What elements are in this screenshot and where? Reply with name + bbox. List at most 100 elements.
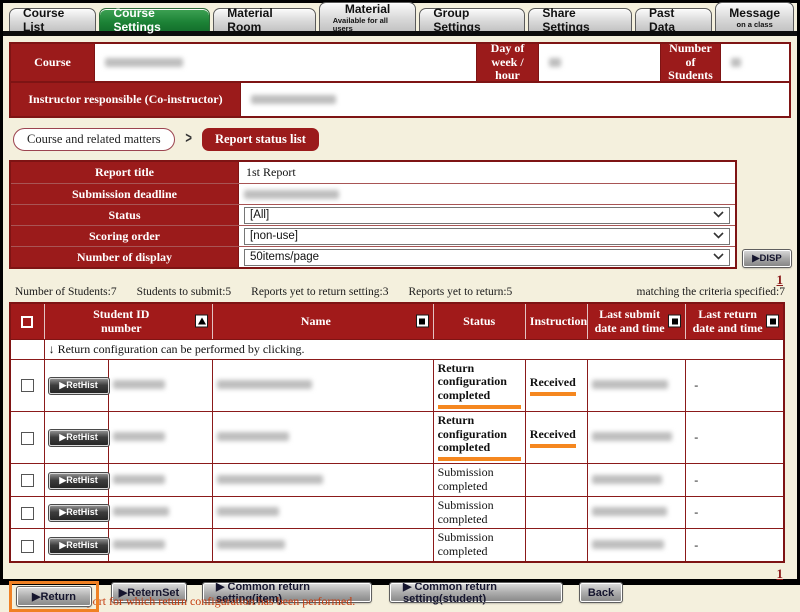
filter-select[interactable]: 50items/page: [244, 249, 730, 266]
select-all-header-cell: [10, 303, 44, 339]
tab-sublabel: on a class: [737, 21, 773, 29]
name-cell: [213, 496, 434, 529]
highlight-underline: [530, 444, 576, 448]
row-checkbox[interactable]: [21, 474, 34, 487]
last-return-cell: -: [686, 411, 784, 463]
tab[interactable]: Group Settings: [419, 8, 525, 31]
student-id-redacted: [113, 432, 165, 441]
sort-icon[interactable]: [766, 315, 779, 328]
student-id-cell: [108, 496, 212, 529]
filter-label: Status: [11, 205, 239, 225]
rethist-button[interactable]: ▶RetHist: [49, 378, 109, 394]
student-id-redacted: [113, 475, 165, 484]
status-cell[interactable]: Submission completed: [433, 464, 525, 497]
last-return-value: -: [690, 538, 698, 552]
breadcrumb-separator-icon: >: [185, 130, 192, 148]
tab[interactable]: Material Available for all users: [319, 2, 417, 31]
day-of-week-cell: [539, 44, 661, 81]
select-all-checkbox[interactable]: [21, 316, 33, 328]
status-cell[interactable]: Return configuration completed: [433, 359, 525, 411]
tab[interactable]: Share Settings: [528, 8, 632, 31]
tab[interactable]: Past Data: [635, 8, 712, 31]
student-id-header[interactable]: Student ID number: [44, 303, 212, 339]
name-header[interactable]: Name: [213, 303, 434, 339]
row-checkbox[interactable]: [21, 432, 34, 445]
filter-select[interactable]: [non-use]: [244, 228, 730, 245]
last-submit-redacted: [592, 432, 672, 441]
tab-label: Past Data: [649, 6, 698, 34]
last-return-cell: -: [686, 359, 784, 411]
name-cell: [213, 529, 434, 562]
filter-label: Report title: [11, 162, 239, 183]
breadcrumb-parent-link[interactable]: Course and related matters: [13, 128, 175, 151]
row-checkbox[interactable]: [21, 507, 34, 520]
table-row: ▶RetHist Return configuration completed …: [10, 359, 784, 411]
filter-section: Report title 1st Report Submission deadl…: [9, 160, 791, 269]
page-1-link-top[interactable]: 1: [777, 272, 784, 287]
status-text: Submission completed: [438, 465, 494, 493]
return-button[interactable]: ▶Return: [17, 587, 91, 606]
last-submit-cell: [587, 496, 685, 529]
student-name-redacted: [217, 507, 279, 516]
table-row: ▶RetHist Submission completed -: [10, 464, 784, 497]
filter-select[interactable]: [All]: [244, 207, 730, 224]
tab[interactable]: Material Room: [213, 8, 315, 31]
student-id-redacted: [113, 507, 169, 516]
checkbox-cell: [10, 464, 44, 497]
row-checkbox[interactable]: [21, 540, 34, 553]
last-submit-redacted: [592, 507, 667, 516]
last-submit-header[interactable]: Last submit date and time: [587, 303, 685, 339]
sort-ascending-icon[interactable]: [195, 315, 208, 328]
student-name-redacted: [217, 475, 323, 484]
checkbox-cell: [10, 411, 44, 463]
instruction-cell: Received: [525, 359, 587, 411]
summary-item: Reports yet to return:5: [409, 286, 513, 298]
tab-label: Share Settings: [542, 6, 618, 34]
status-cell[interactable]: Return configuration completed: [433, 411, 525, 463]
rethist-button[interactable]: ▶RetHist: [49, 505, 109, 521]
rethist-cell: ▶RetHist: [44, 359, 108, 411]
filter-label: Submission deadline: [11, 184, 239, 204]
last-submit-cell: [587, 464, 685, 497]
last-return-value: -: [690, 430, 698, 444]
last-submit-cell: [587, 411, 685, 463]
tab[interactable]: Course Settings: [99, 8, 210, 31]
last-return-header[interactable]: Last return date and time: [686, 303, 784, 339]
course-name-cell: [95, 44, 477, 81]
filter-row: Submission deadline: [11, 183, 735, 204]
number-of-students-label: Number of Students: [661, 44, 721, 81]
last-submit-header-label: Last submit date and time: [595, 307, 665, 335]
sort-icon[interactable]: [416, 315, 429, 328]
disp-button[interactable]: ▶DISP: [743, 250, 791, 267]
checkbox-cell: [10, 359, 44, 411]
page-1-link-bottom[interactable]: 1: [777, 566, 784, 581]
rethist-button[interactable]: ▶RetHist: [49, 430, 109, 446]
instruction-cell: [525, 529, 587, 562]
status-cell[interactable]: Submission completed: [433, 529, 525, 562]
filter-table: Report title 1st Report Submission deadl…: [9, 160, 737, 269]
dropdown-chevron-icon: [713, 209, 724, 221]
status-cell[interactable]: Submission completed: [433, 496, 525, 529]
course-name-redacted: [105, 58, 183, 67]
number-of-students-redacted: [731, 58, 741, 67]
rethist-button[interactable]: ▶RetHist: [49, 473, 109, 489]
name-header-label: Name: [301, 314, 331, 328]
tab[interactable]: Course List: [9, 8, 96, 31]
tab[interactable]: Message on a class: [715, 2, 794, 31]
row-checkbox[interactable]: [21, 379, 34, 392]
student-id-cell: [108, 529, 212, 562]
last-submit-redacted: [592, 475, 662, 484]
sort-icon[interactable]: [668, 315, 681, 328]
select-current-value: 50items/page: [250, 251, 319, 263]
note-cell: ↓ Return configuration can be performed …: [44, 339, 784, 359]
rethist-button[interactable]: ▶RetHist: [49, 538, 109, 554]
tab-label: Material Room: [227, 6, 301, 34]
last-return-cell: -: [686, 496, 784, 529]
dropdown-chevron-icon: [713, 230, 724, 242]
instruction-header: Instruction: [525, 303, 587, 339]
filter-row: Scoring order [non-use]: [11, 225, 735, 246]
summary-bar: Number of Students:7Students to submit:5…: [15, 286, 785, 301]
instruction-cell: [525, 464, 587, 497]
last-submit-cell: [587, 529, 685, 562]
last-return-value: -: [690, 378, 698, 392]
